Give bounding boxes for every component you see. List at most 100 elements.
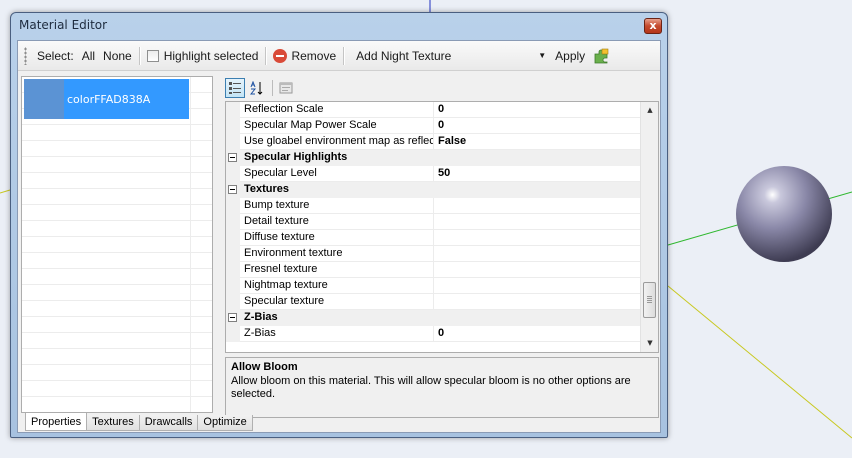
property-row[interactable]: Specular Level 50 [226,166,640,182]
row-gutter [226,198,240,214]
collapse-icon[interactable] [228,313,237,322]
tab-drawcalls[interactable]: Drawcalls [138,415,199,431]
property-name: Use gloabel environment map as reflecti [244,135,434,147]
pg-toolbar-separator [272,80,273,96]
property-row[interactable]: Environment texture [226,246,640,262]
collapse-icon[interactable] [228,153,237,162]
tab-optimize[interactable]: Optimize [197,415,253,431]
property-category[interactable]: Z-Bias [226,310,640,326]
apply-puzzle-icon[interactable] [593,48,609,64]
tab-textures[interactable]: Textures [86,415,140,431]
texture-dropdown[interactable]: Add Night Texture ▼ [351,45,551,67]
select-none-button[interactable]: None [99,49,136,63]
property-name: Specular Level [244,167,317,179]
tab-properties[interactable]: Properties [25,413,88,431]
column-divider[interactable] [433,246,434,262]
property-row[interactable]: Specular Map Power Scale 0 [226,118,640,134]
remove-label: Remove [291,48,337,63]
toolbar-separator [265,46,267,65]
material-list-item[interactable]: colorFFAD838A [24,79,189,119]
property-row[interactable]: Reflection Scale 0 [226,102,640,118]
categorized-button[interactable] [225,78,245,98]
property-name: Nightmap texture [244,279,328,291]
property-grid-toolbar [225,76,655,100]
bottom-tabs: Properties Textures Drawcalls Optimize [25,413,253,431]
property-category[interactable]: Specular Highlights [226,150,640,166]
property-name: Detail texture [244,215,309,227]
toolbar-separator [343,46,345,65]
row-gutter [226,326,240,342]
remove-button[interactable]: Remove [269,48,340,63]
row-gutter [226,294,240,310]
row-gutter [226,118,240,134]
column-divider[interactable] [433,278,434,294]
property-value[interactable]: 0 [438,327,444,339]
dropdown-arrow-icon[interactable]: ▼ [538,46,546,66]
property-value[interactable]: 50 [438,167,450,179]
close-button[interactable]: x [644,18,662,34]
highlight-checkbox[interactable] [146,49,159,62]
categorized-icon [229,82,241,94]
row-gutter [226,134,240,150]
column-divider[interactable] [433,214,434,230]
splitter-handle[interactable] [215,76,219,413]
material-list[interactable]: colorFFAD838A [21,76,213,413]
row-gutter [226,278,240,294]
category-name: Specular Highlights [244,151,348,163]
scroll-down-arrow-icon[interactable]: ▼ [641,335,658,352]
property-help-panel: Allow Bloom Allow bloom on this material… [225,357,659,418]
column-divider[interactable] [433,134,434,150]
property-value[interactable]: False [438,135,466,147]
property-name: Environment texture [244,247,343,259]
remove-icon [273,48,288,63]
toolbar-separator [138,46,140,65]
property-name: Diffuse texture [244,231,315,243]
property-grid[interactable]: Reflection Scale 0 Specular Map Power Scal… [225,101,659,353]
title-bar[interactable]: Material Editor x [11,13,667,39]
toolbar-grip[interactable] [24,46,27,65]
column-divider[interactable] [433,326,434,342]
alphabetical-icon [250,81,263,95]
highlight-selected-toggle[interactable]: Highlight selected [143,49,263,63]
column-divider[interactable] [433,166,434,182]
select-all-button[interactable]: All [78,49,99,63]
property-value[interactable]: 0 [438,103,444,115]
material-swatch [24,79,64,119]
property-row[interactable]: Use gloabel environment map as reflecti F… [226,134,640,150]
axis-line-yellow [667,285,852,439]
column-divider[interactable] [433,230,434,246]
window-client: Select: All None Highlight selected Remo… [17,40,661,433]
property-name: Fresnel texture [244,263,318,275]
collapse-icon[interactable] [228,185,237,194]
select-label: Select: [37,48,74,63]
property-row[interactable]: Nightmap texture [226,278,640,294]
property-row[interactable]: Detail texture [226,214,640,230]
apply-button[interactable]: Apply [551,49,589,63]
column-divider[interactable] [433,294,434,310]
property-row[interactable]: Specular texture [226,294,640,310]
property-pages-button[interactable] [276,78,296,98]
column-divider[interactable] [433,118,434,134]
column-divider[interactable] [433,102,434,118]
texture-dropdown-value: Add Night Texture [356,48,452,63]
property-pages-icon [279,82,293,94]
material-name: colorFFAD838A [67,93,151,106]
property-row[interactable]: Diffuse texture [226,230,640,246]
scrollbar-thumb[interactable] [643,282,656,318]
property-row[interactable]: Z-Bias 0 [226,326,640,342]
row-gutter [226,214,240,230]
row-gutter [226,262,240,278]
property-grid-scrollbar[interactable]: ▲ ▼ [640,102,658,352]
sphere-preview [736,166,832,262]
row-gutter [226,166,240,182]
property-row[interactable]: Fresnel texture [226,262,640,278]
column-divider[interactable] [433,198,434,214]
row-line [240,341,640,342]
property-value[interactable]: 0 [438,119,444,131]
alphabetical-button[interactable] [247,78,267,98]
property-category[interactable]: Textures [226,182,640,198]
property-row[interactable]: Bump texture [226,198,640,214]
help-description: Allow bloom on this material. This will … [231,375,631,400]
column-divider[interactable] [433,262,434,278]
scroll-up-arrow-icon[interactable]: ▲ [641,102,658,119]
